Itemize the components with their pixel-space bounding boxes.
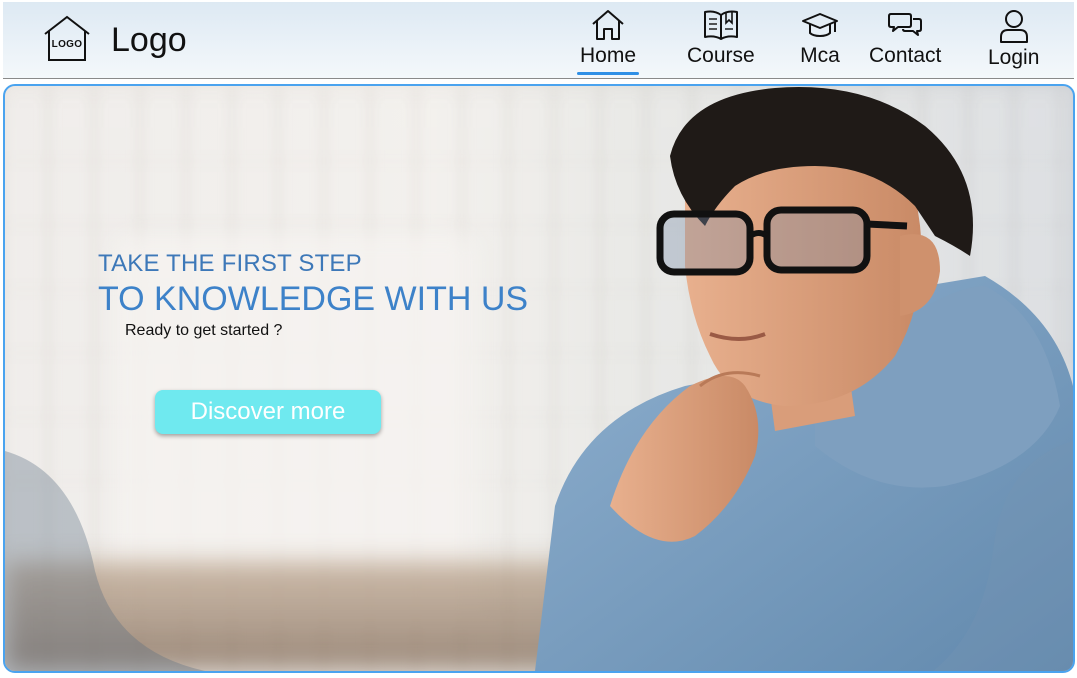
chat-icon (888, 13, 923, 36)
nav-item-mca[interactable]: Mca (800, 8, 840, 68)
decorative-wave-left (5, 451, 205, 671)
main-navigation: Home Course Mca Contact Login (3, 8, 1074, 76)
top-nav-bar: LOGO Logo Home Course Mca Contact Login (3, 2, 1074, 79)
nav-label-contact: Contact (869, 44, 942, 67)
discover-more-button[interactable]: Discover more (155, 390, 381, 434)
hero-subtitle: Ready to get started ? (125, 322, 283, 339)
hero-banner: TAKE THE FIRST STEP TO KNOWLEDGE WITH US… (3, 84, 1075, 673)
nav-item-course[interactable]: Course (687, 8, 755, 68)
nav-label-course: Course (687, 44, 755, 67)
graduation-cap-icon (802, 13, 838, 37)
nav-item-login[interactable]: Login (988, 8, 1039, 70)
hero-headline-line1: TAKE THE FIRST STEP (98, 250, 362, 277)
book-icon (703, 10, 738, 40)
decorative-wave-right (933, 441, 1073, 671)
user-icon (999, 10, 1028, 43)
active-nav-indicator (577, 72, 640, 76)
hero-headline-line2: TO KNOWLEDGE WITH US (98, 280, 529, 318)
nav-label-login: Login (988, 46, 1040, 69)
nav-item-home[interactable]: Home (577, 8, 640, 76)
nav-label-mca: Mca (800, 44, 840, 67)
nav-label-home: Home (580, 44, 637, 67)
nav-item-contact[interactable]: Contact (869, 8, 941, 68)
home-icon (592, 10, 624, 40)
